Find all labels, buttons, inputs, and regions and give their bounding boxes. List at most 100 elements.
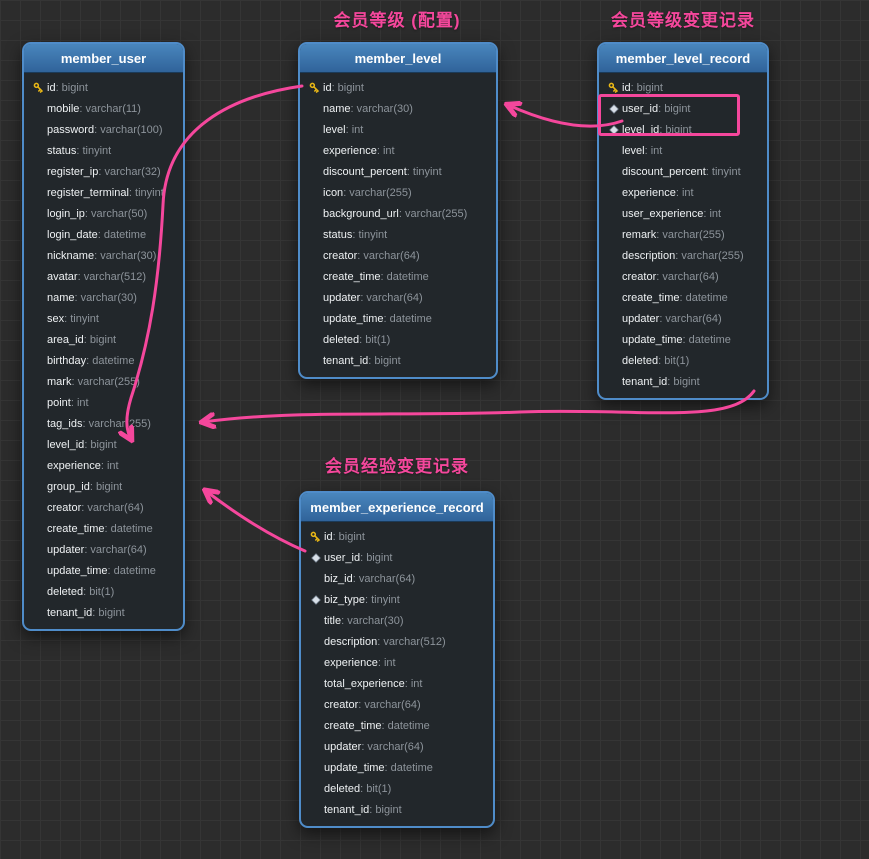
field-name: updater [324,741,361,753]
field-row-area_id[interactable]: area_id: bigint [24,329,183,350]
field-row-remark[interactable]: remark: varchar(255) [599,224,767,245]
field-row-mark[interactable]: mark: varchar(255) [24,371,183,392]
highlight-rect-user-id-level-id[interactable] [598,94,740,136]
field-row-create_time[interactable]: create_time: datetime [301,715,493,736]
field-row-deleted[interactable]: deleted: bit(1) [300,329,496,350]
field-row-updater[interactable]: updater: varchar(64) [24,539,183,560]
field-row-tenant_id[interactable]: tenant_id: bigint [300,350,496,371]
field-row-id[interactable]: id: bigint [301,526,493,547]
field-row-login_ip[interactable]: login_ip: varchar(50) [24,203,183,224]
field-type: : varchar(255) [343,187,411,199]
table-member-level[interactable]: member_level id: bigintname: varchar(30)… [298,42,498,379]
field-row-experience[interactable]: experience: int [300,140,496,161]
field-row-level[interactable]: level: int [300,119,496,140]
field-row-point[interactable]: point: int [24,392,183,413]
field-name: login_date [47,229,98,241]
field-name: update_time [622,334,683,346]
field-row-login_date[interactable]: login_date: datetime [24,224,183,245]
table-header-member-level[interactable]: member_level [300,44,496,73]
field-row-description[interactable]: description: varchar(512) [301,631,493,652]
field-type: : tinyint [365,594,400,606]
field-row-name[interactable]: name: varchar(30) [300,98,496,119]
field-row-updater[interactable]: updater: varchar(64) [301,736,493,757]
field-row-total_experience[interactable]: total_experience: int [301,673,493,694]
field-row-level[interactable]: level: int [599,140,767,161]
field-row-tenant_id[interactable]: tenant_id: bigint [599,371,767,392]
field-row-discount_percent[interactable]: discount_percent: tinyint [300,161,496,182]
field-row-creator[interactable]: creator: varchar(64) [300,245,496,266]
field-row-deleted[interactable]: deleted: bit(1) [301,778,493,799]
field-type: : bigint [360,552,392,564]
field-row-user_id[interactable]: user_id: bigint [301,547,493,568]
field-type: : varchar(50) [85,208,147,220]
field-name: discount_percent [323,166,407,178]
field-row-tenant_id[interactable]: tenant_id: bigint [301,799,493,820]
field-row-user_experience[interactable]: user_experience: int [599,203,767,224]
field-row-update_time[interactable]: update_time: datetime [301,757,493,778]
field-row-sex[interactable]: sex: tinyint [24,308,183,329]
field-row-name[interactable]: name: varchar(30) [24,287,183,308]
field-name: experience [47,460,101,472]
field-row-creator[interactable]: creator: varchar(64) [24,497,183,518]
table-member-user[interactable]: member_user id: bigintmobile: varchar(11… [22,42,185,631]
field-row-experience[interactable]: experience: int [599,182,767,203]
field-row-update_time[interactable]: update_time: datetime [24,560,183,581]
field-row-creator[interactable]: creator: varchar(64) [599,266,767,287]
field-name: tenant_id [622,376,667,388]
field-row-status[interactable]: status: tinyint [300,224,496,245]
field-row-experience[interactable]: experience: int [301,652,493,673]
field-row-group_id[interactable]: group_id: bigint [24,476,183,497]
field-row-updater[interactable]: updater: varchar(64) [300,287,496,308]
field-row-mobile[interactable]: mobile: varchar(11) [24,98,183,119]
field-name: remark [622,229,656,241]
annotation-member-level-label[interactable]: 会员等级 (配置) [333,6,460,31]
field-type: : int [405,678,423,690]
table-header-member-level-record[interactable]: member_level_record [599,44,767,73]
field-row-biz_id[interactable]: biz_id: varchar(64) [301,568,493,589]
table-member-experience-record[interactable]: member_experience_record id: bigintuser_… [299,491,495,828]
field-row-update_time[interactable]: update_time: datetime [599,329,767,350]
field-row-register_ip[interactable]: register_ip: varchar(32) [24,161,183,182]
field-row-avatar[interactable]: avatar: varchar(512) [24,266,183,287]
field-row-id[interactable]: id: bigint [24,77,183,98]
field-row-description[interactable]: description: varchar(255) [599,245,767,266]
field-row-background_url[interactable]: background_url: varchar(255) [300,203,496,224]
diagram-canvas[interactable]: 会员等级 (配置) 会员等级变更记录 会员经验变更记录 member_user … [0,0,869,859]
field-row-discount_percent[interactable]: discount_percent: tinyint [599,161,767,182]
field-row-tenant_id[interactable]: tenant_id: bigint [24,602,183,623]
field-row-updater[interactable]: updater: varchar(64) [599,308,767,329]
field-row-tag_ids[interactable]: tag_ids: varchar(255) [24,413,183,434]
field-name: biz_type [324,594,365,606]
field-type: : tinyint [706,166,741,178]
field-row-creator[interactable]: creator: varchar(64) [301,694,493,715]
field-row-icon[interactable]: icon: varchar(255) [300,182,496,203]
field-row-id[interactable]: id: bigint [300,77,496,98]
field-type: : datetime [385,762,433,774]
field-row-register_terminal[interactable]: register_terminal: tinyint [24,182,183,203]
field-row-create_time[interactable]: create_time: datetime [300,266,496,287]
field-type: : int [346,124,364,136]
field-type: : tinyint [64,313,99,325]
field-row-update_time[interactable]: update_time: datetime [300,308,496,329]
field-row-title[interactable]: title: varchar(30) [301,610,493,631]
field-row-nickname[interactable]: nickname: varchar(30) [24,245,183,266]
table-header-member-experience-record[interactable]: member_experience_record [301,493,493,522]
field-row-birthday[interactable]: birthday: datetime [24,350,183,371]
field-type: : int [378,657,396,669]
field-row-deleted[interactable]: deleted: bit(1) [599,350,767,371]
field-name: tenant_id [47,607,92,619]
field-name: area_id [47,334,84,346]
field-row-password[interactable]: password: varchar(100) [24,119,183,140]
field-row-create_time[interactable]: create_time: datetime [599,287,767,308]
field-row-create_time[interactable]: create_time: datetime [24,518,183,539]
table-header-member-user[interactable]: member_user [24,44,183,73]
field-row-status[interactable]: status: tinyint [24,140,183,161]
annotation-experience-record-label[interactable]: 会员经验变更记录 [325,452,469,477]
field-name: mark [47,376,71,388]
field-row-experience[interactable]: experience: int [24,455,183,476]
field-name: creator [323,250,357,262]
field-row-biz_type[interactable]: biz_type: tinyint [301,589,493,610]
field-row-level_id[interactable]: level_id: bigint [24,434,183,455]
field-row-deleted[interactable]: deleted: bit(1) [24,581,183,602]
annotation-level-record-label[interactable]: 会员等级变更记录 [611,6,755,31]
